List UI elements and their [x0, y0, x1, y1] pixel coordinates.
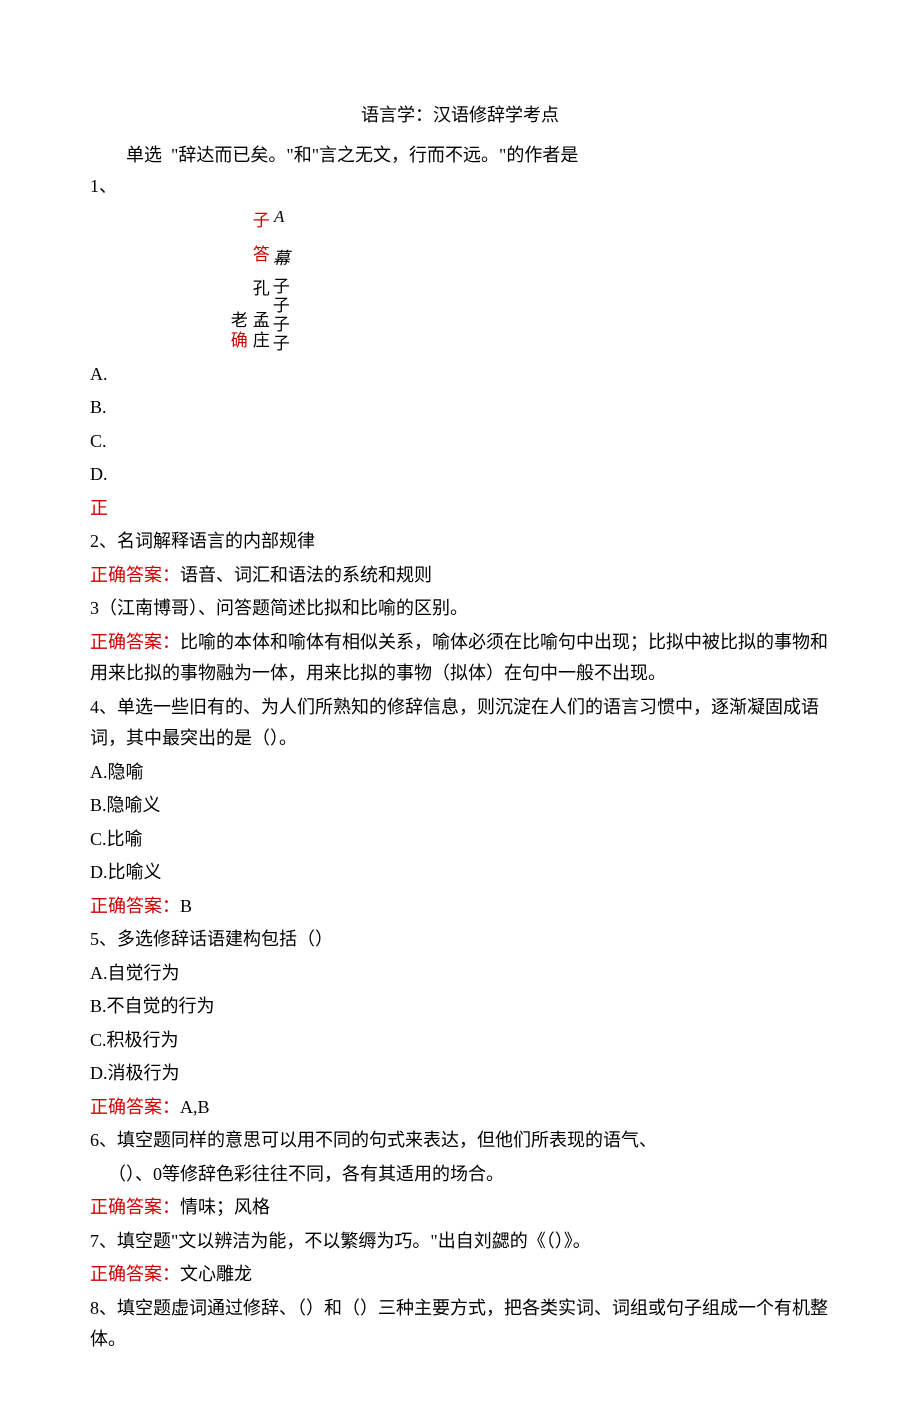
- q1-option-a: A.: [90, 359, 830, 391]
- q1-option-d: D.: [90, 459, 830, 491]
- q1-stem-line: 单选 "辞达而已矣。"和"言之无文，行而不远。"的作者是: [90, 140, 830, 172]
- q5-option-c: C.积极行为: [90, 1025, 830, 1057]
- q1-option-b: B.: [90, 392, 830, 424]
- q5-option-a: A.自觉行为: [90, 958, 830, 990]
- q3-stem: 3（江南博哥）、问答题简述比拟和比喻的区别。: [90, 593, 830, 625]
- vcol-amu: A 幕: [264, 207, 294, 268]
- q4-stem: 4、单选一些旧有的、为人们所熟知的修辞信息，则沉淀在人们的语言习惯中，逐渐凝固成…: [90, 692, 830, 755]
- q7-stem: 7、填空题"文以辨洁为能，不以繁缛为巧。"出自刘勰的《（）》。: [90, 1226, 830, 1258]
- q5-answer-line: 正确答案：A,B: [90, 1092, 830, 1124]
- q6-stem-line2: （）、0等修辞色彩往往不同，各有其适用的场合。: [90, 1159, 830, 1191]
- q4-answer-text: B: [180, 896, 192, 916]
- q2-answer-label: 正确答案：: [90, 565, 180, 585]
- q6-answer-line: 正确答案：情味；风格: [90, 1192, 830, 1224]
- vcol-zizi2: 子子: [264, 315, 294, 353]
- q5-answer-label: 正确答案：: [90, 1097, 180, 1117]
- q1-zheng: 正: [90, 493, 830, 525]
- q1-stem-text: "辞达而已矣。"和"言之无文，行而不远。"的作者是: [171, 145, 578, 165]
- q5-option-d: D.消极行为: [90, 1058, 830, 1090]
- q7-answer-label: 正确答案：: [90, 1264, 180, 1284]
- q1-vertical-decor: 子 答 A 幕 孔 老 孟 确 子子 庄 子子: [200, 207, 830, 357]
- q6-stem-line1: 6、填空题同样的意思可以用不同的句式来表达，但他们所表现的语气、: [90, 1125, 830, 1157]
- q3-answer-text: 比喻的本体和喻体有相似关系，喻体必须在比喻句中出现；比拟中被比拟的事物和用来比拟…: [90, 632, 828, 684]
- q4-option-d: D.比喻义: [90, 857, 830, 889]
- q4-option-c: C.比喻: [90, 824, 830, 856]
- q1-type-label: 单选: [126, 145, 162, 165]
- q3-answer-label: 正确答案：: [90, 632, 180, 652]
- q8-stem: 8、填空题虚词通过修辞、（）和（）三种主要方式，把各类实词、词组或句子组成一个有…: [90, 1293, 830, 1356]
- q7-answer-text: 文心雕龙: [180, 1264, 252, 1284]
- vcol-zizi1: 子子: [264, 277, 294, 315]
- q4-option-b: B.隐喻义: [90, 790, 830, 822]
- q3-answer-line: 正确答案：比喻的本体和喻体有相似关系，喻体必须在比喻句中出现；比拟中被比拟的事物…: [90, 627, 830, 690]
- q2-answer-text: 语音、词汇和语法的系统和规则: [180, 565, 432, 585]
- document-title: 语言学：汉语修辞学考点: [90, 100, 830, 132]
- q4-answer-label: 正确答案：: [90, 896, 180, 916]
- q5-stem: 5、多选修辞话语建构包括（）: [90, 924, 830, 956]
- q6-answer-label: 正确答案：: [90, 1197, 180, 1217]
- q2-answer-line: 正确答案：语音、词汇和语法的系统和规则: [90, 560, 830, 592]
- q5-option-b: B.不自觉的行为: [90, 991, 830, 1023]
- q6-answer-text: 情味；风格: [180, 1197, 270, 1217]
- q5-answer-text: A,B: [180, 1097, 210, 1117]
- q1-number: 1、: [90, 171, 830, 203]
- q1-option-c: C.: [90, 426, 830, 458]
- q2-stem: 2、名词解释语言的内部规律: [90, 526, 830, 558]
- q4-option-a: A.隐喻: [90, 757, 830, 789]
- q7-answer-line: 正确答案：文心雕龙: [90, 1259, 830, 1291]
- q4-answer-line: 正确答案：B: [90, 891, 830, 923]
